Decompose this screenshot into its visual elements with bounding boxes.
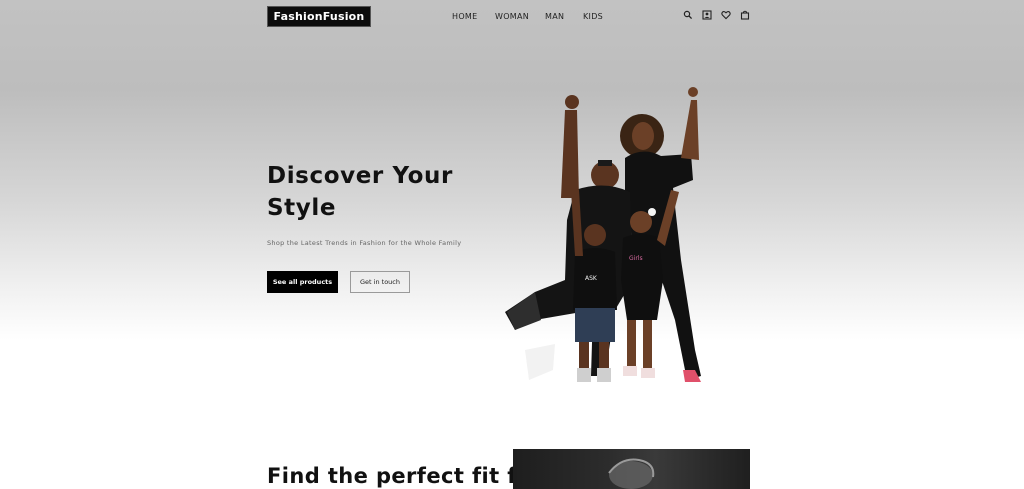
account-icon[interactable] [702, 10, 712, 20]
heart-icon[interactable] [721, 10, 731, 20]
bag-icon[interactable] [740, 10, 750, 20]
nav-woman[interactable]: WOMAN [495, 12, 529, 24]
see-all-products-button[interactable]: See all products [267, 271, 338, 293]
svg-text:Girls: Girls [629, 255, 643, 262]
hero-family-image: Girls ASK [495, 80, 715, 390]
get-in-touch-button[interactable]: Get in touch [350, 271, 410, 293]
nav-kids[interactable]: KIDS [583, 12, 603, 24]
brand-logo[interactable]: FashionFusion [267, 6, 371, 27]
nav-man[interactable]: MAN [545, 12, 564, 24]
section-image [513, 449, 750, 489]
svg-text:ASK: ASK [585, 275, 598, 282]
site-header: FashionFusion HOME WOMAN MAN KIDS [0, 0, 1024, 34]
section-title-perfect-fit: Find the perfect fit for [267, 464, 543, 488]
nav-home[interactable]: HOME [452, 12, 477, 24]
brand-logo-text: FashionFusion [273, 10, 365, 23]
hero-subtitle: Shop the Latest Trends in Fashion for th… [267, 239, 462, 247]
hero-title: Discover Your Style [267, 163, 453, 221]
search-icon[interactable] [683, 10, 693, 20]
